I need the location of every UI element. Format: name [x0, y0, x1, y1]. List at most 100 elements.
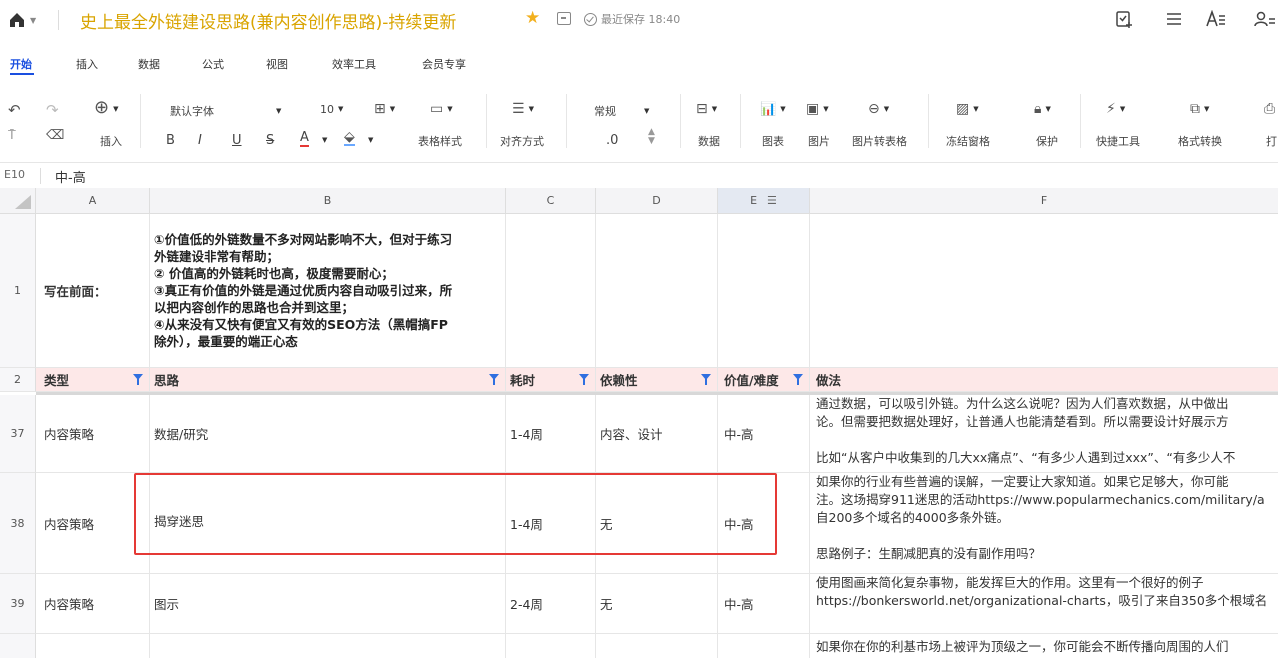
- cell-f39[interactable]: 使用图画来简化复杂事物，能发挥巨大的作用。这里有一个很好的例子 https://…: [810, 574, 1278, 634]
- star-icon[interactable]: ★: [525, 8, 540, 28]
- column-header-e[interactable]: E ☰: [718, 188, 810, 214]
- cell-d38[interactable]: 无: [596, 473, 718, 574]
- filter-icon[interactable]: [793, 374, 803, 385]
- insert-button-label[interactable]: 插入: [100, 133, 122, 149]
- cell-d37[interactable]: 内容、设计: [596, 395, 718, 473]
- column-header-d[interactable]: D: [596, 188, 718, 214]
- cell-a37[interactable]: 内容策略: [36, 395, 150, 473]
- image-to-table-icon[interactable]: ⊖ ▼: [868, 101, 889, 117]
- cell-b37[interactable]: 数据/研究: [150, 395, 506, 473]
- cell-c1[interactable]: [506, 214, 596, 368]
- add-doc-icon[interactable]: [1112, 8, 1136, 30]
- home-menu[interactable]: ▼: [8, 10, 42, 30]
- chevron-down-icon[interactable]: ▼: [368, 136, 373, 144]
- image-to-table-label[interactable]: 图片转表格: [852, 133, 907, 149]
- cell-f38[interactable]: 如果你的行业有些普遍的误解，一定要让大家知道。如果它足够大，你可能 注。这场揭穿…: [810, 473, 1278, 574]
- cell-b2[interactable]: 思路: [150, 368, 506, 392]
- chart-label[interactable]: 图表: [762, 133, 784, 149]
- cell-a38[interactable]: 内容策略: [36, 473, 150, 574]
- cell-f1[interactable]: [810, 214, 1278, 368]
- cell-b40[interactable]: [150, 634, 506, 658]
- cell-reference[interactable]: E10: [4, 168, 25, 181]
- align-icon[interactable]: ☰ ▼: [512, 101, 534, 117]
- column-header-f[interactable]: F: [810, 188, 1278, 214]
- text-size-icon[interactable]: [1204, 8, 1228, 30]
- cell-d1[interactable]: [596, 214, 718, 368]
- print-label[interactable]: 打: [1266, 133, 1277, 149]
- borders-icon[interactable]: ⊞ ▼: [374, 101, 395, 117]
- row-header-37[interactable]: 37: [0, 395, 36, 473]
- decimal-places-value[interactable]: .0: [606, 133, 618, 148]
- protect-label[interactable]: 保护: [1036, 133, 1058, 149]
- print-icon[interactable]: ⎙: [1264, 101, 1275, 117]
- tab-member[interactable]: 会员专享: [422, 56, 466, 72]
- tab-insert[interactable]: 插入: [76, 56, 98, 72]
- cell-a40[interactable]: [36, 634, 150, 658]
- select-all-corner[interactable]: [0, 188, 36, 214]
- stepper-icon[interactable]: ▲ ▼: [648, 128, 655, 146]
- cell-a1[interactable]: 写在前面：: [36, 214, 150, 368]
- format-painter-icon[interactable]: ⍑: [8, 128, 16, 144]
- cell-e38[interactable]: 中-高: [718, 473, 810, 574]
- cell-e37[interactable]: 中-高: [718, 395, 810, 473]
- cell-d40[interactable]: [596, 634, 718, 658]
- cell-c40[interactable]: [506, 634, 596, 658]
- cell-a39[interactable]: 内容策略: [36, 574, 150, 634]
- cell-c2[interactable]: 耗时: [506, 368, 596, 392]
- format-convert-icon[interactable]: ⧉ ▼: [1190, 101, 1209, 117]
- strikethrough-button[interactable]: S: [266, 133, 274, 148]
- number-format-select[interactable]: 常规 ▼: [594, 103, 649, 119]
- cell-a2[interactable]: 类型: [36, 368, 150, 392]
- redo-icon[interactable]: ↷: [46, 102, 59, 118]
- font-size-select[interactable]: 10 ▼: [320, 103, 343, 116]
- cell-c38[interactable]: 1-4周: [506, 473, 596, 574]
- row-header-1[interactable]: 1: [0, 214, 36, 368]
- font-name-select[interactable]: 默认字体 ▼: [170, 103, 281, 119]
- formula-input[interactable]: 中-高: [55, 167, 86, 186]
- freeze-panes-label[interactable]: 冻结窗格: [946, 133, 990, 149]
- chevron-down-icon[interactable]: ▼: [322, 136, 327, 144]
- column-header-a[interactable]: A: [36, 188, 150, 214]
- column-header-c[interactable]: C: [506, 188, 596, 214]
- insert-plus-icon[interactable]: ⊕ ▼: [94, 99, 118, 117]
- tab-data[interactable]: 数据: [138, 56, 160, 72]
- fill-color-icon[interactable]: ⬙: [344, 130, 355, 146]
- data-icon[interactable]: ⊟ ▼: [696, 101, 717, 117]
- cell-f37[interactable]: 通过数据，可以吸引外链。为什么这么说呢？因为人们喜欢数据，从中做出 论。但需要把…: [810, 395, 1278, 473]
- tab-view[interactable]: 视图: [266, 56, 288, 72]
- menu-icon[interactable]: [1162, 8, 1186, 30]
- share-users-icon[interactable]: [1252, 8, 1276, 30]
- cell-d2[interactable]: 依赖性: [596, 368, 718, 392]
- row-header-40[interactable]: [0, 634, 36, 658]
- filter-icon[interactable]: [133, 374, 143, 385]
- cell-e39[interactable]: 中-高: [718, 574, 810, 634]
- filter-icon[interactable]: [579, 374, 589, 385]
- image-icon[interactable]: ▣ ▼: [806, 101, 829, 117]
- filter-icon[interactable]: [701, 374, 711, 385]
- quick-tools-icon[interactable]: ⚡︎ ▼: [1106, 101, 1125, 117]
- cell-e2[interactable]: 价值/难度: [718, 368, 810, 392]
- document-title[interactable]: 史上最全外链建设思路(兼内容创作思路)-持续更新: [80, 8, 456, 33]
- cell-b38[interactable]: 揭穿迷思: [150, 473, 506, 574]
- cell-b1[interactable]: ①价值低的外链数量不多对网站影响不大，但对于练习 外链建设非常有帮助； ② 价值…: [150, 214, 506, 368]
- cell-f2[interactable]: 做法: [810, 368, 1278, 392]
- cell-f40[interactable]: 如果你在你的利基市场上被评为顶级之一，你可能会不断传播向周围的人们: [810, 634, 1278, 658]
- eraser-icon[interactable]: ⌫: [46, 128, 64, 144]
- tab-efficiency-tools[interactable]: 效率工具: [332, 56, 376, 72]
- format-convert-label[interactable]: 格式转换: [1178, 133, 1222, 149]
- column-header-b[interactable]: B: [150, 188, 506, 214]
- tab-formula[interactable]: 公式: [202, 56, 224, 72]
- quick-tools-label[interactable]: 快捷工具: [1096, 133, 1140, 149]
- cell-d39[interactable]: 无: [596, 574, 718, 634]
- table-style-icon[interactable]: ▭ ▼: [430, 101, 453, 117]
- row-header-2[interactable]: 2: [0, 368, 36, 392]
- cell-e40[interactable]: [718, 634, 810, 658]
- chart-icon[interactable]: 📊 ▼: [760, 101, 786, 118]
- lock-icon[interactable]: 🔒︎ ▼: [1034, 101, 1051, 117]
- font-color-button[interactable]: A: [300, 131, 309, 147]
- underline-button[interactable]: U: [232, 133, 242, 148]
- move-icon[interactable]: [557, 12, 571, 25]
- tab-start[interactable]: 开始: [10, 56, 32, 72]
- filter-icon[interactable]: [489, 374, 499, 385]
- row-header-38[interactable]: 38: [0, 473, 36, 574]
